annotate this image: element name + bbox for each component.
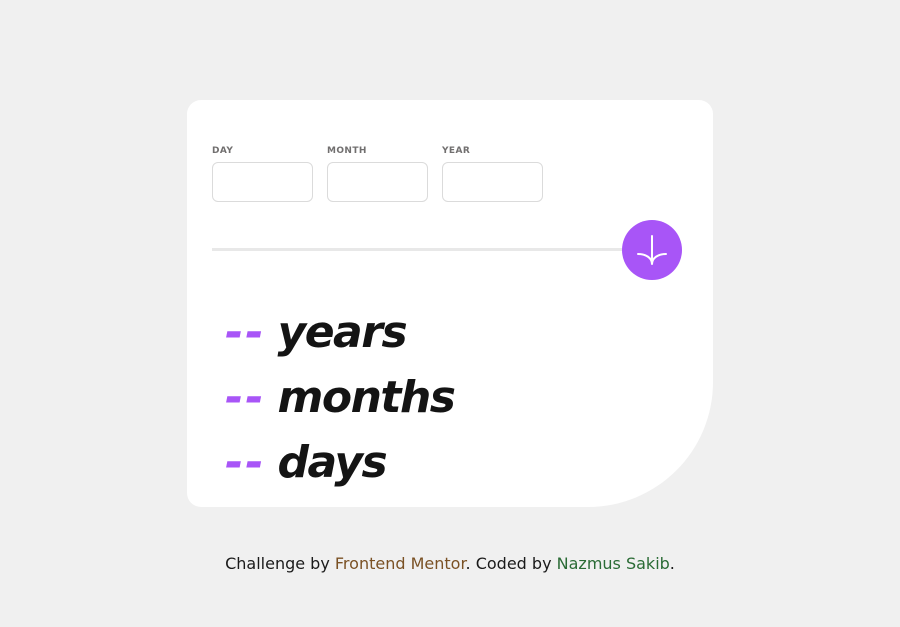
day-field: DAY: [212, 146, 313, 202]
days-value: --: [225, 437, 266, 488]
arrow-down-icon: [637, 235, 667, 265]
author-link[interactable]: Nazmus Sakib: [557, 554, 670, 573]
frontend-mentor-link[interactable]: Frontend Mentor: [335, 554, 466, 573]
year-field: YEAR: [442, 146, 543, 202]
month-label: MONTH: [327, 146, 367, 156]
age-calculator-card: DAY MONTH YEAR -- years -- months -- days: [187, 100, 713, 507]
attribution: Challenge by Frontend Mentor. Coded by N…: [0, 554, 900, 573]
day-input[interactable]: [212, 162, 313, 202]
attribution-suffix: .: [669, 554, 675, 573]
months-value: --: [225, 372, 266, 423]
year-label: YEAR: [442, 146, 471, 156]
result-years: -- years: [225, 300, 454, 365]
attribution-prefix: Challenge by: [225, 554, 335, 573]
month-field: MONTH: [327, 146, 428, 202]
day-label: DAY: [212, 146, 234, 156]
year-input[interactable]: [442, 162, 543, 202]
divider: [212, 248, 632, 251]
results: -- years -- months -- days: [225, 300, 456, 495]
years-value: --: [225, 307, 266, 358]
result-months: -- months: [225, 365, 456, 430]
days-unit: days: [277, 437, 388, 488]
years-unit: years: [277, 307, 408, 358]
attribution-middle: . Coded by: [465, 554, 557, 573]
submit-button[interactable]: [622, 220, 682, 280]
months-unit: months: [277, 372, 456, 423]
month-input[interactable]: [327, 162, 428, 202]
result-days: -- days: [225, 430, 454, 495]
